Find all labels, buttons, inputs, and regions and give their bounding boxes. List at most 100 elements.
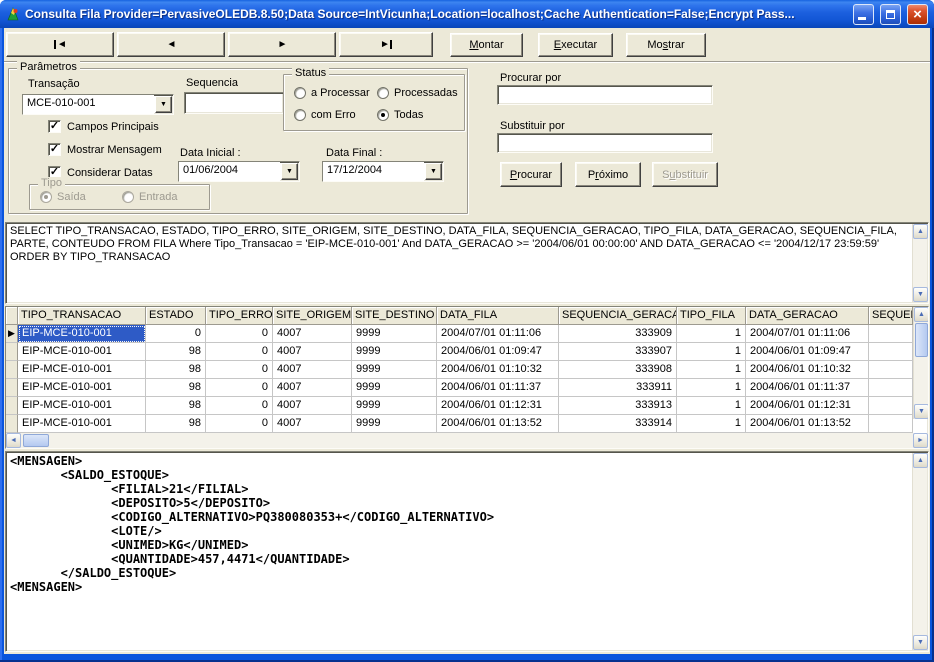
scroll-right-icon[interactable]: ► [913, 433, 928, 448]
checkbox-campos-principais[interactable]: ✓ Campos Principais [48, 120, 159, 133]
table-cell[interactable]: 2004/07/01 01:11:06 [746, 325, 869, 343]
table-row[interactable]: EIP-MCE-010-001980400799992004/06/01 01:… [6, 361, 913, 379]
table-cell[interactable]: 1 [677, 397, 746, 415]
table-cell[interactable]: 98 [146, 361, 206, 379]
scroll-left-icon[interactable]: ◄ [6, 433, 21, 448]
table-cell[interactable]: 98 [146, 415, 206, 433]
table-cell[interactable]: 4007 [273, 343, 352, 361]
radio-a-processar[interactable]: a Processar [294, 87, 370, 99]
column-header[interactable]: SEQUENCIA_GERACAO [559, 307, 677, 325]
table-cell[interactable]: 2004/06/01 01:10:32 [746, 361, 869, 379]
table-cell[interactable]: 9999 [352, 415, 437, 433]
table-cell[interactable]: 0 [206, 325, 273, 343]
table-cell[interactable]: 2004/06/01 01:12:31 [437, 397, 559, 415]
minimize-button[interactable] [853, 4, 874, 25]
table-cell[interactable]: 4007 [273, 397, 352, 415]
sql-scrollbar[interactable]: ▲ ▼ [912, 224, 927, 302]
scroll-up-icon[interactable]: ▲ [914, 307, 928, 322]
table-cell[interactable]: 9999 [352, 361, 437, 379]
table-cell[interactable]: 1 [677, 361, 746, 379]
column-header[interactable]: TIPO_TRANSACAO [18, 307, 146, 325]
grid-vertical-scrollbar[interactable]: ▲ ▼ [913, 307, 928, 419]
maximize-button[interactable] [880, 4, 901, 25]
table-cell[interactable]: 333908 [559, 361, 677, 379]
table-cell[interactable]: 4007 [273, 379, 352, 397]
scroll-up-icon[interactable]: ▲ [913, 224, 928, 239]
table-cell[interactable]: 9999 [352, 343, 437, 361]
table-cell[interactable]: 0 [206, 415, 273, 433]
procurar-button[interactable]: Procurar [500, 162, 562, 187]
column-header[interactable]: DATA_FILA [437, 307, 559, 325]
column-header[interactable]: SITE_ORIGEM [273, 307, 352, 325]
scroll-up-icon[interactable]: ▲ [913, 453, 928, 468]
table-cell[interactable]: 2004/06/01 01:10:32 [437, 361, 559, 379]
grid-vscroll-thumb[interactable] [915, 323, 928, 357]
table-cell[interactable]: EIP-MCE-010-001 [18, 415, 146, 433]
table-cell[interactable]: 9999 [352, 325, 437, 343]
table-cell[interactable]: 2004/06/01 01:13:52 [437, 415, 559, 433]
table-cell[interactable]: 0 [146, 325, 206, 343]
table-cell[interactable]: 2004/06/01 01:09:47 [437, 343, 559, 361]
table-cell[interactable]: 0 [206, 379, 273, 397]
procurar-por-input[interactable] [497, 85, 713, 105]
table-cell[interactable]: 333911 [559, 379, 677, 397]
table-cell[interactable]: 333907 [559, 343, 677, 361]
previous-record-button[interactable]: ◄ [117, 32, 225, 57]
table-cell[interactable]: EIP-MCE-010-001 [18, 343, 146, 361]
sql-memo[interactable]: SELECT TIPO_TRANSACAO, ESTADO, TIPO_ERRO… [5, 222, 929, 304]
table-cell[interactable]: 2004/06/01 01:11:37 [746, 379, 869, 397]
table-cell[interactable]: 4007 [273, 325, 352, 343]
table-row[interactable]: EIP-MCE-010-001980400799992004/06/01 01:… [6, 397, 913, 415]
table-cell[interactable]: 9999 [352, 379, 437, 397]
scroll-down-icon[interactable]: ▼ [913, 287, 928, 302]
xml-scrollbar[interactable]: ▲ ▼ [912, 453, 927, 650]
column-header[interactable]: TIPO_ERRO [206, 307, 273, 325]
table-cell[interactable]: EIP-MCE-010-001 [18, 361, 146, 379]
table-cell[interactable]: 2004/06/01 01:09:47 [746, 343, 869, 361]
table-cell[interactable] [869, 325, 913, 343]
radio-com-erro[interactable]: com Erro [294, 109, 356, 121]
table-row[interactable]: EIP-MCE-010-001980400799992004/06/01 01:… [6, 343, 913, 361]
table-cell[interactable] [869, 379, 913, 397]
radio-processadas[interactable]: Processadas [377, 87, 458, 99]
table-cell[interactable] [869, 415, 913, 433]
table-cell[interactable]: 1 [677, 379, 746, 397]
table-cell[interactable]: 1 [677, 325, 746, 343]
table-cell[interactable]: 333914 [559, 415, 677, 433]
table-cell[interactable]: 2004/06/01 01:11:37 [437, 379, 559, 397]
column-header[interactable]: TIPO_FILA [677, 307, 746, 325]
table-cell[interactable]: EIP-MCE-010-001 [18, 379, 146, 397]
table-row[interactable]: ▶EIP-MCE-010-00100400799992004/07/01 01:… [6, 325, 913, 343]
table-row[interactable]: EIP-MCE-010-001980400799992004/06/01 01:… [6, 415, 913, 433]
table-cell[interactable]: EIP-MCE-010-001 [18, 397, 146, 415]
table-cell[interactable]: EIP-MCE-010-001 [18, 325, 146, 343]
table-cell[interactable]: 2004/07/01 01:11:06 [437, 325, 559, 343]
table-cell[interactable]: 0 [206, 397, 273, 415]
xml-memo[interactable]: <MENSAGEN> <SALDO_ESTOQUE> <FILIAL>21</F… [5, 451, 929, 652]
column-header[interactable]: ESTADO [146, 307, 206, 325]
transacao-combobox[interactable]: MCE-010-001 ▼ [22, 94, 174, 115]
transacao-dropdown-icon[interactable]: ▼ [155, 96, 172, 113]
table-cell[interactable] [869, 343, 913, 361]
table-cell[interactable]: 0 [206, 343, 273, 361]
column-header[interactable]: SEQUENCIA_FILA [869, 307, 913, 325]
table-cell[interactable]: 9999 [352, 397, 437, 415]
table-cell[interactable]: 333909 [559, 325, 677, 343]
table-cell[interactable]: 2004/06/01 01:13:52 [746, 415, 869, 433]
data-final-dropdown-icon[interactable]: ▼ [425, 163, 442, 180]
table-cell[interactable]: 0 [206, 361, 273, 379]
executar-button[interactable]: Executar [538, 33, 613, 57]
table-cell[interactable]: 2004/06/01 01:12:31 [746, 397, 869, 415]
data-inicial-dropdown-icon[interactable]: ▼ [281, 163, 298, 180]
table-cell[interactable]: 333913 [559, 397, 677, 415]
montar-button[interactable]: Montar [450, 33, 523, 57]
data-inicial-combobox[interactable]: 01/06/2004 ▼ [178, 161, 300, 182]
table-cell[interactable]: 1 [677, 343, 746, 361]
last-record-button[interactable]: ► [339, 32, 433, 57]
proximo-button[interactable]: Próximo [575, 162, 641, 187]
column-header[interactable]: DATA_GERACAO [746, 307, 869, 325]
table-cell[interactable]: 1 [677, 415, 746, 433]
checkbox-mostrar-mensagem[interactable]: ✓ Mostrar Mensagem [48, 143, 162, 156]
scroll-down-icon[interactable]: ▼ [914, 404, 928, 419]
first-record-button[interactable]: ◄ [6, 32, 114, 57]
